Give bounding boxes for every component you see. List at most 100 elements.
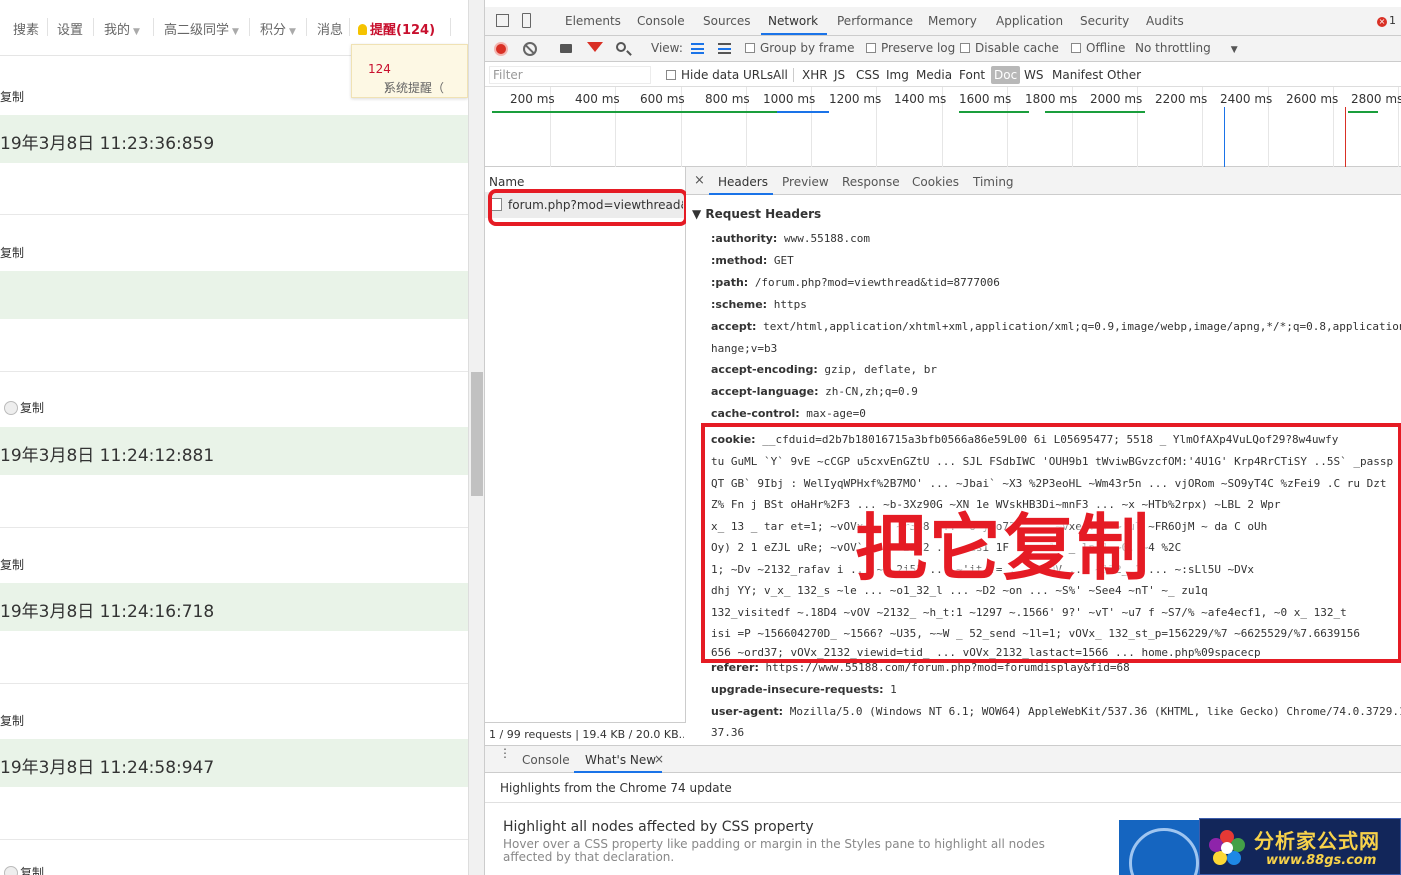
page-scrollbar-thumb[interactable]: [471, 372, 483, 496]
search-icon[interactable]: [616, 42, 626, 52]
timeline-tick: 400 ms: [575, 92, 620, 106]
filter-type-js[interactable]: JS: [834, 68, 845, 82]
timeline-tick: 2200 ms: [1155, 92, 1208, 106]
tab-response[interactable]: Response: [842, 175, 900, 189]
whats-new-item-title: Highlight all nodes affected by CSS prop…: [503, 819, 814, 835]
preserve-log-checkbox[interactable]: Preserve log: [866, 41, 955, 55]
load-event-marker: [1345, 107, 1346, 167]
tab-cookies[interactable]: Cookies: [912, 175, 959, 189]
hide-data-urls-checkbox[interactable]: Hide data URLs: [666, 68, 773, 82]
close-icon[interactable]: ×: [694, 173, 705, 188]
timestamp-text: 19年3月8日 11:23:36:859: [0, 134, 215, 154]
timeline-tick: 2600 ms: [1286, 92, 1339, 106]
filter-type-xhr[interactable]: XHR: [802, 68, 828, 82]
waterfall-view-icon[interactable]: [718, 43, 731, 54]
tab-elements[interactable]: Elements: [565, 14, 621, 28]
filter-type-ws[interactable]: WS: [1024, 68, 1043, 82]
drawer-tab-console[interactable]: Console: [522, 753, 570, 767]
copy-link[interactable]: 复制: [0, 712, 24, 729]
tab-console[interactable]: Console: [637, 14, 685, 28]
close-icon[interactable]: ×: [654, 752, 664, 766]
nav-classmates[interactable]: 高二级同学 ▼: [164, 19, 239, 38]
name-column-header[interactable]: Name: [489, 175, 524, 189]
nav-messages[interactable]: 消息: [317, 19, 343, 38]
inspect-element-icon[interactable]: [496, 14, 509, 27]
request-headers-toggle[interactable]: ▼ Request Headers: [692, 207, 821, 221]
chevron-down-icon: ▼: [232, 27, 239, 37]
tab-memory[interactable]: Memory: [928, 14, 977, 28]
timeline-tick: 2800 ms: [1351, 92, 1401, 106]
copy-link[interactable]: 复制: [0, 556, 24, 573]
header-name: :path:: [711, 276, 749, 289]
header-row: accept-language: zh-CN,zh;q=0.9: [711, 385, 918, 398]
nav-settings[interactable]: 设置: [57, 19, 83, 38]
block-divider: [0, 214, 468, 215]
filter-input[interactable]: [489, 66, 651, 84]
timestamp-row: 19年3月8日 11:24:16:718: [0, 583, 468, 631]
copy-link[interactable]: 复制: [0, 399, 44, 416]
tab-network[interactable]: Network: [768, 14, 818, 28]
clear-icon[interactable]: [523, 42, 537, 56]
network-overview-timeline[interactable]: 200 ms 400 ms 600 ms 800 ms 1000 ms 1200…: [485, 87, 1401, 167]
header-value: zh-CN,zh;q=0.9: [825, 385, 918, 398]
nav-search[interactable]: 搜素: [13, 19, 39, 38]
block-divider: [0, 371, 468, 372]
tab-timing[interactable]: Timing: [973, 175, 1014, 189]
tab-audits[interactable]: Audits: [1146, 14, 1184, 28]
group-by-frame-label: Group by frame: [760, 41, 855, 55]
copy-link[interactable]: 复制: [0, 244, 24, 261]
offline-checkbox[interactable]: Offline: [1071, 41, 1125, 55]
screenshot-camera-icon[interactable]: [560, 44, 572, 53]
request-details: × Headers Preview Response Cookies Timin…: [686, 167, 1401, 745]
nav-points[interactable]: 积分 ▼: [260, 19, 296, 38]
header-name: accept-language:: [711, 385, 819, 398]
throttling-select[interactable]: No throttling ▼: [1135, 41, 1238, 55]
filter-type-all[interactable]: All: [773, 68, 788, 82]
filter-type-doc[interactable]: Doc: [991, 66, 1021, 84]
throttling-value: No throttling: [1135, 41, 1211, 55]
header-value: Mozilla/5.0 (Windows NT 6.1; WOW64) Appl…: [789, 705, 1401, 718]
checkbox-box: [666, 70, 676, 80]
list-view-icon[interactable]: [691, 43, 704, 54]
page-scrollbar[interactable]: [468, 0, 484, 875]
device-toolbar-icon[interactable]: [522, 13, 531, 28]
timestamp-row: 19年3月8日 11:23:36:859: [0, 115, 468, 163]
group-by-frame-checkbox[interactable]: Group by frame: [745, 41, 854, 55]
nav-divider: [450, 18, 451, 36]
nav-reminders-label: 提醒(124): [370, 23, 436, 38]
error-count-badge[interactable]: × 1: [1377, 14, 1396, 27]
nav-reminders[interactable]: 提醒(124): [358, 19, 435, 38]
block-divider: [0, 527, 468, 528]
tab-preview[interactable]: Preview: [782, 175, 829, 189]
filter-type-other[interactable]: Other: [1107, 68, 1141, 82]
hide-data-urls-label: Hide data URLs: [681, 68, 774, 82]
filter-type-img[interactable]: Img: [886, 68, 909, 82]
disable-cache-checkbox[interactable]: Disable cache: [960, 41, 1059, 55]
system-reminder-popup[interactable]: 系统提醒（ 124）: [351, 44, 468, 98]
filter-type-manifest[interactable]: Manifest: [1052, 68, 1103, 82]
error-icon: ×: [1377, 17, 1387, 27]
active-tab-indicator: [761, 33, 827, 35]
tab-sources[interactable]: Sources: [703, 14, 750, 28]
tab-security[interactable]: Security: [1080, 14, 1129, 28]
filter-type-font[interactable]: Font: [959, 68, 985, 82]
devtools-tab-bar: Elements Console Sources Network Perform…: [485, 7, 1401, 36]
tab-headers[interactable]: Headers: [718, 175, 768, 189]
timeline-tick: 2400 ms: [1220, 92, 1273, 106]
header-name: :authority:: [711, 232, 778, 245]
filter-funnel-icon[interactable]: [587, 42, 603, 52]
copy-link[interactable]: 复制: [0, 88, 24, 105]
nav-mine[interactable]: 我的 ▼: [104, 19, 140, 38]
copy-link[interactable]: 复制: [0, 864, 44, 875]
more-options-icon[interactable]: ⋮: [499, 747, 511, 759]
filter-type-media[interactable]: Media: [916, 68, 952, 82]
nav-divider: [47, 18, 48, 36]
filter-type-css[interactable]: CSS: [856, 68, 880, 82]
web-page: 搜素 设置 我的 ▼ 高二级同学 ▼ 积分 ▼ 消息 提醒(124) 系统提醒（ 124…: [0, 0, 468, 875]
tab-performance[interactable]: Performance: [837, 14, 913, 28]
record-icon[interactable]: [494, 42, 508, 56]
copy-it-annotation: 把它复制: [855, 506, 1152, 590]
tab-application[interactable]: Application: [996, 14, 1063, 28]
timeline-bar: [1045, 111, 1145, 113]
drawer-tab-whats-new[interactable]: What's New: [585, 753, 656, 767]
